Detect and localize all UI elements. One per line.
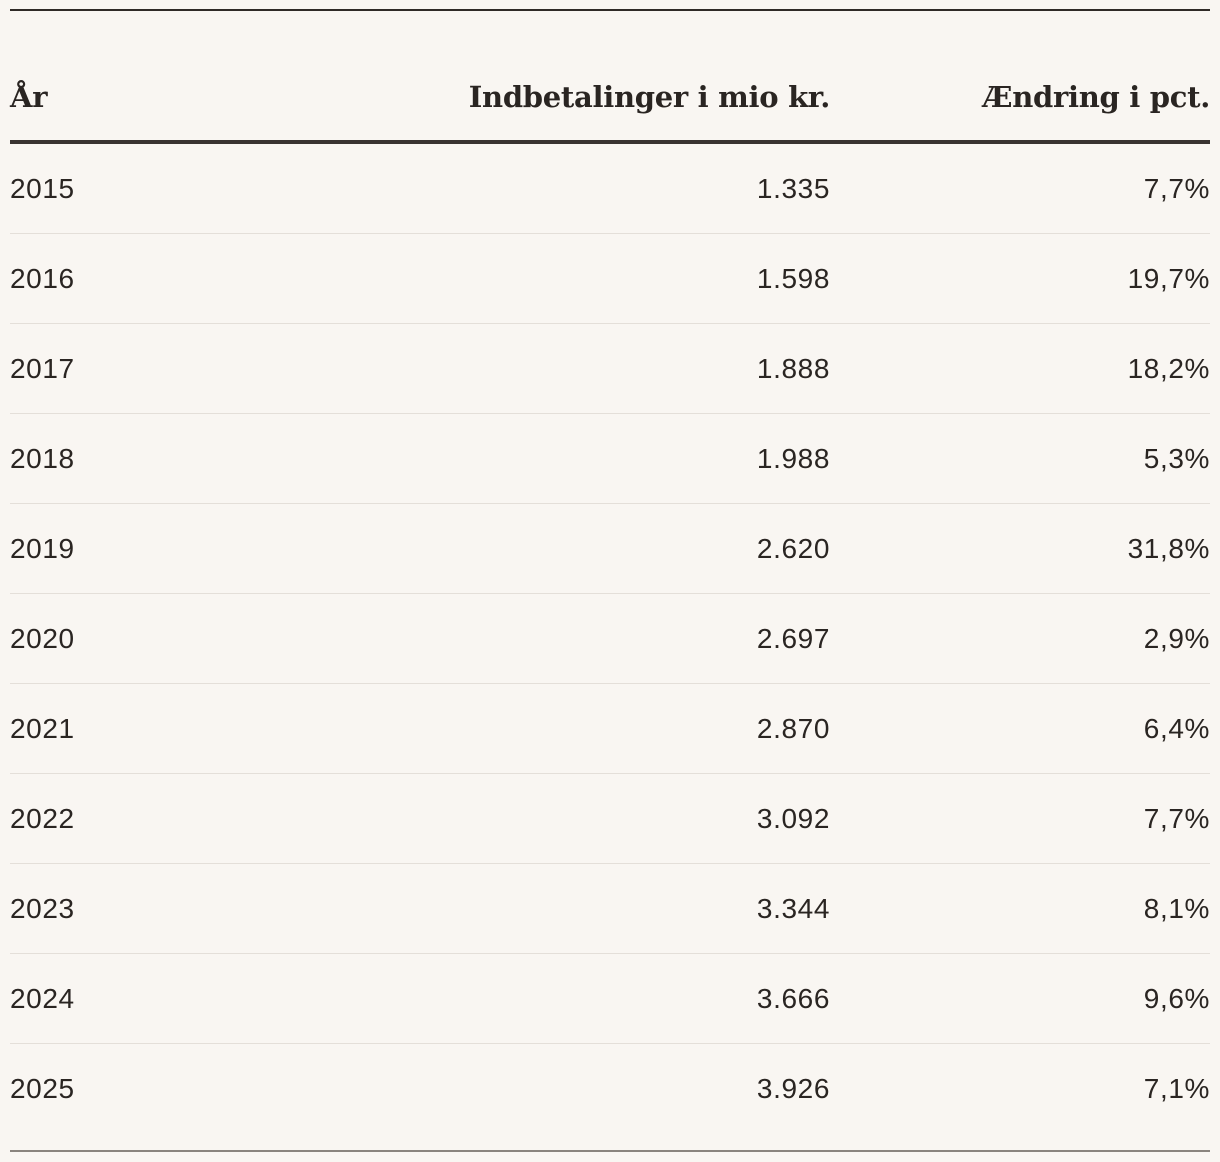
cell-year: 2022	[10, 773, 430, 864]
cell-change: 31,8%	[830, 503, 1210, 594]
data-table: År Indbetalinger i mio kr. Ændring i pct…	[10, 54, 1210, 1133]
header-row: År Indbetalinger i mio kr. Ændring i pct…	[10, 54, 1210, 144]
cell-year: 2016	[10, 233, 430, 324]
cell-amount: 2.870	[430, 683, 830, 774]
cell-amount: 1.598	[430, 233, 830, 324]
table-row: 2022 3.092 7,7%	[10, 773, 1210, 864]
table-row: 2016 1.598 19,7%	[10, 233, 1210, 324]
cell-amount: 1.988	[430, 413, 830, 504]
cell-change: 6,4%	[830, 683, 1210, 774]
cell-year: 2021	[10, 683, 430, 774]
cell-change: 18,2%	[830, 323, 1210, 414]
cell-amount: 2.697	[430, 593, 830, 684]
cell-change: 9,6%	[830, 953, 1210, 1044]
table-header: År Indbetalinger i mio kr. Ændring i pct…	[10, 54, 1210, 144]
table-row: 2024 3.666 9,6%	[10, 953, 1210, 1044]
cell-amount: 3.666	[430, 953, 830, 1044]
cell-year: 2017	[10, 323, 430, 414]
cell-change: 8,1%	[830, 863, 1210, 954]
cell-year: 2020	[10, 593, 430, 684]
cell-amount: 3.092	[430, 773, 830, 864]
cell-change: 19,7%	[830, 233, 1210, 324]
cell-amount: 1.888	[430, 323, 830, 414]
cell-year: 2023	[10, 863, 430, 954]
bottom-rule	[10, 1150, 1210, 1152]
table-row: 2020 2.697 2,9%	[10, 593, 1210, 684]
table-row: 2019 2.620 31,8%	[10, 503, 1210, 594]
cell-year: 2019	[10, 503, 430, 594]
column-header-change: Ændring i pct.	[830, 54, 1210, 144]
top-rule	[10, 9, 1210, 11]
cell-amount: 3.926	[756, 1072, 830, 1104]
cell-change: 7,7%	[830, 773, 1210, 864]
column-header-amount: Indbetalinger i mio kr.	[430, 54, 830, 144]
table-row: 2021 2.870 6,4%	[10, 683, 1210, 774]
cell-amount: 2.620	[430, 503, 830, 594]
table-body: 2015 1.335 7,7% 2016 1.598 19,7% 2017 1.…	[10, 142, 1210, 1133]
cell-year: 2015	[10, 142, 430, 234]
cell-year: 2018	[10, 413, 430, 504]
cell-year: 2024	[10, 953, 430, 1044]
table-row: 2015 1.335 7,7%	[10, 142, 1210, 234]
table-row: 2025 3.926 7,1%	[10, 1044, 1210, 1134]
cell-change: 5,3%	[830, 413, 1210, 504]
table-row: 2017 1.888 18,2%	[10, 323, 1210, 414]
cell-amount: 3.344	[430, 863, 830, 954]
cell-change: 7,1%	[1143, 1072, 1210, 1104]
table-row: 2018 1.988 5,3%	[10, 413, 1210, 504]
cell-change: 2,9%	[830, 593, 1210, 684]
cell-change: 7,7%	[830, 142, 1210, 234]
column-header-year: År	[10, 54, 430, 144]
table-row: 2023 3.344 8,1%	[10, 863, 1210, 954]
cell-year: 2025	[10, 1072, 75, 1104]
cell-amount: 1.335	[430, 142, 830, 234]
